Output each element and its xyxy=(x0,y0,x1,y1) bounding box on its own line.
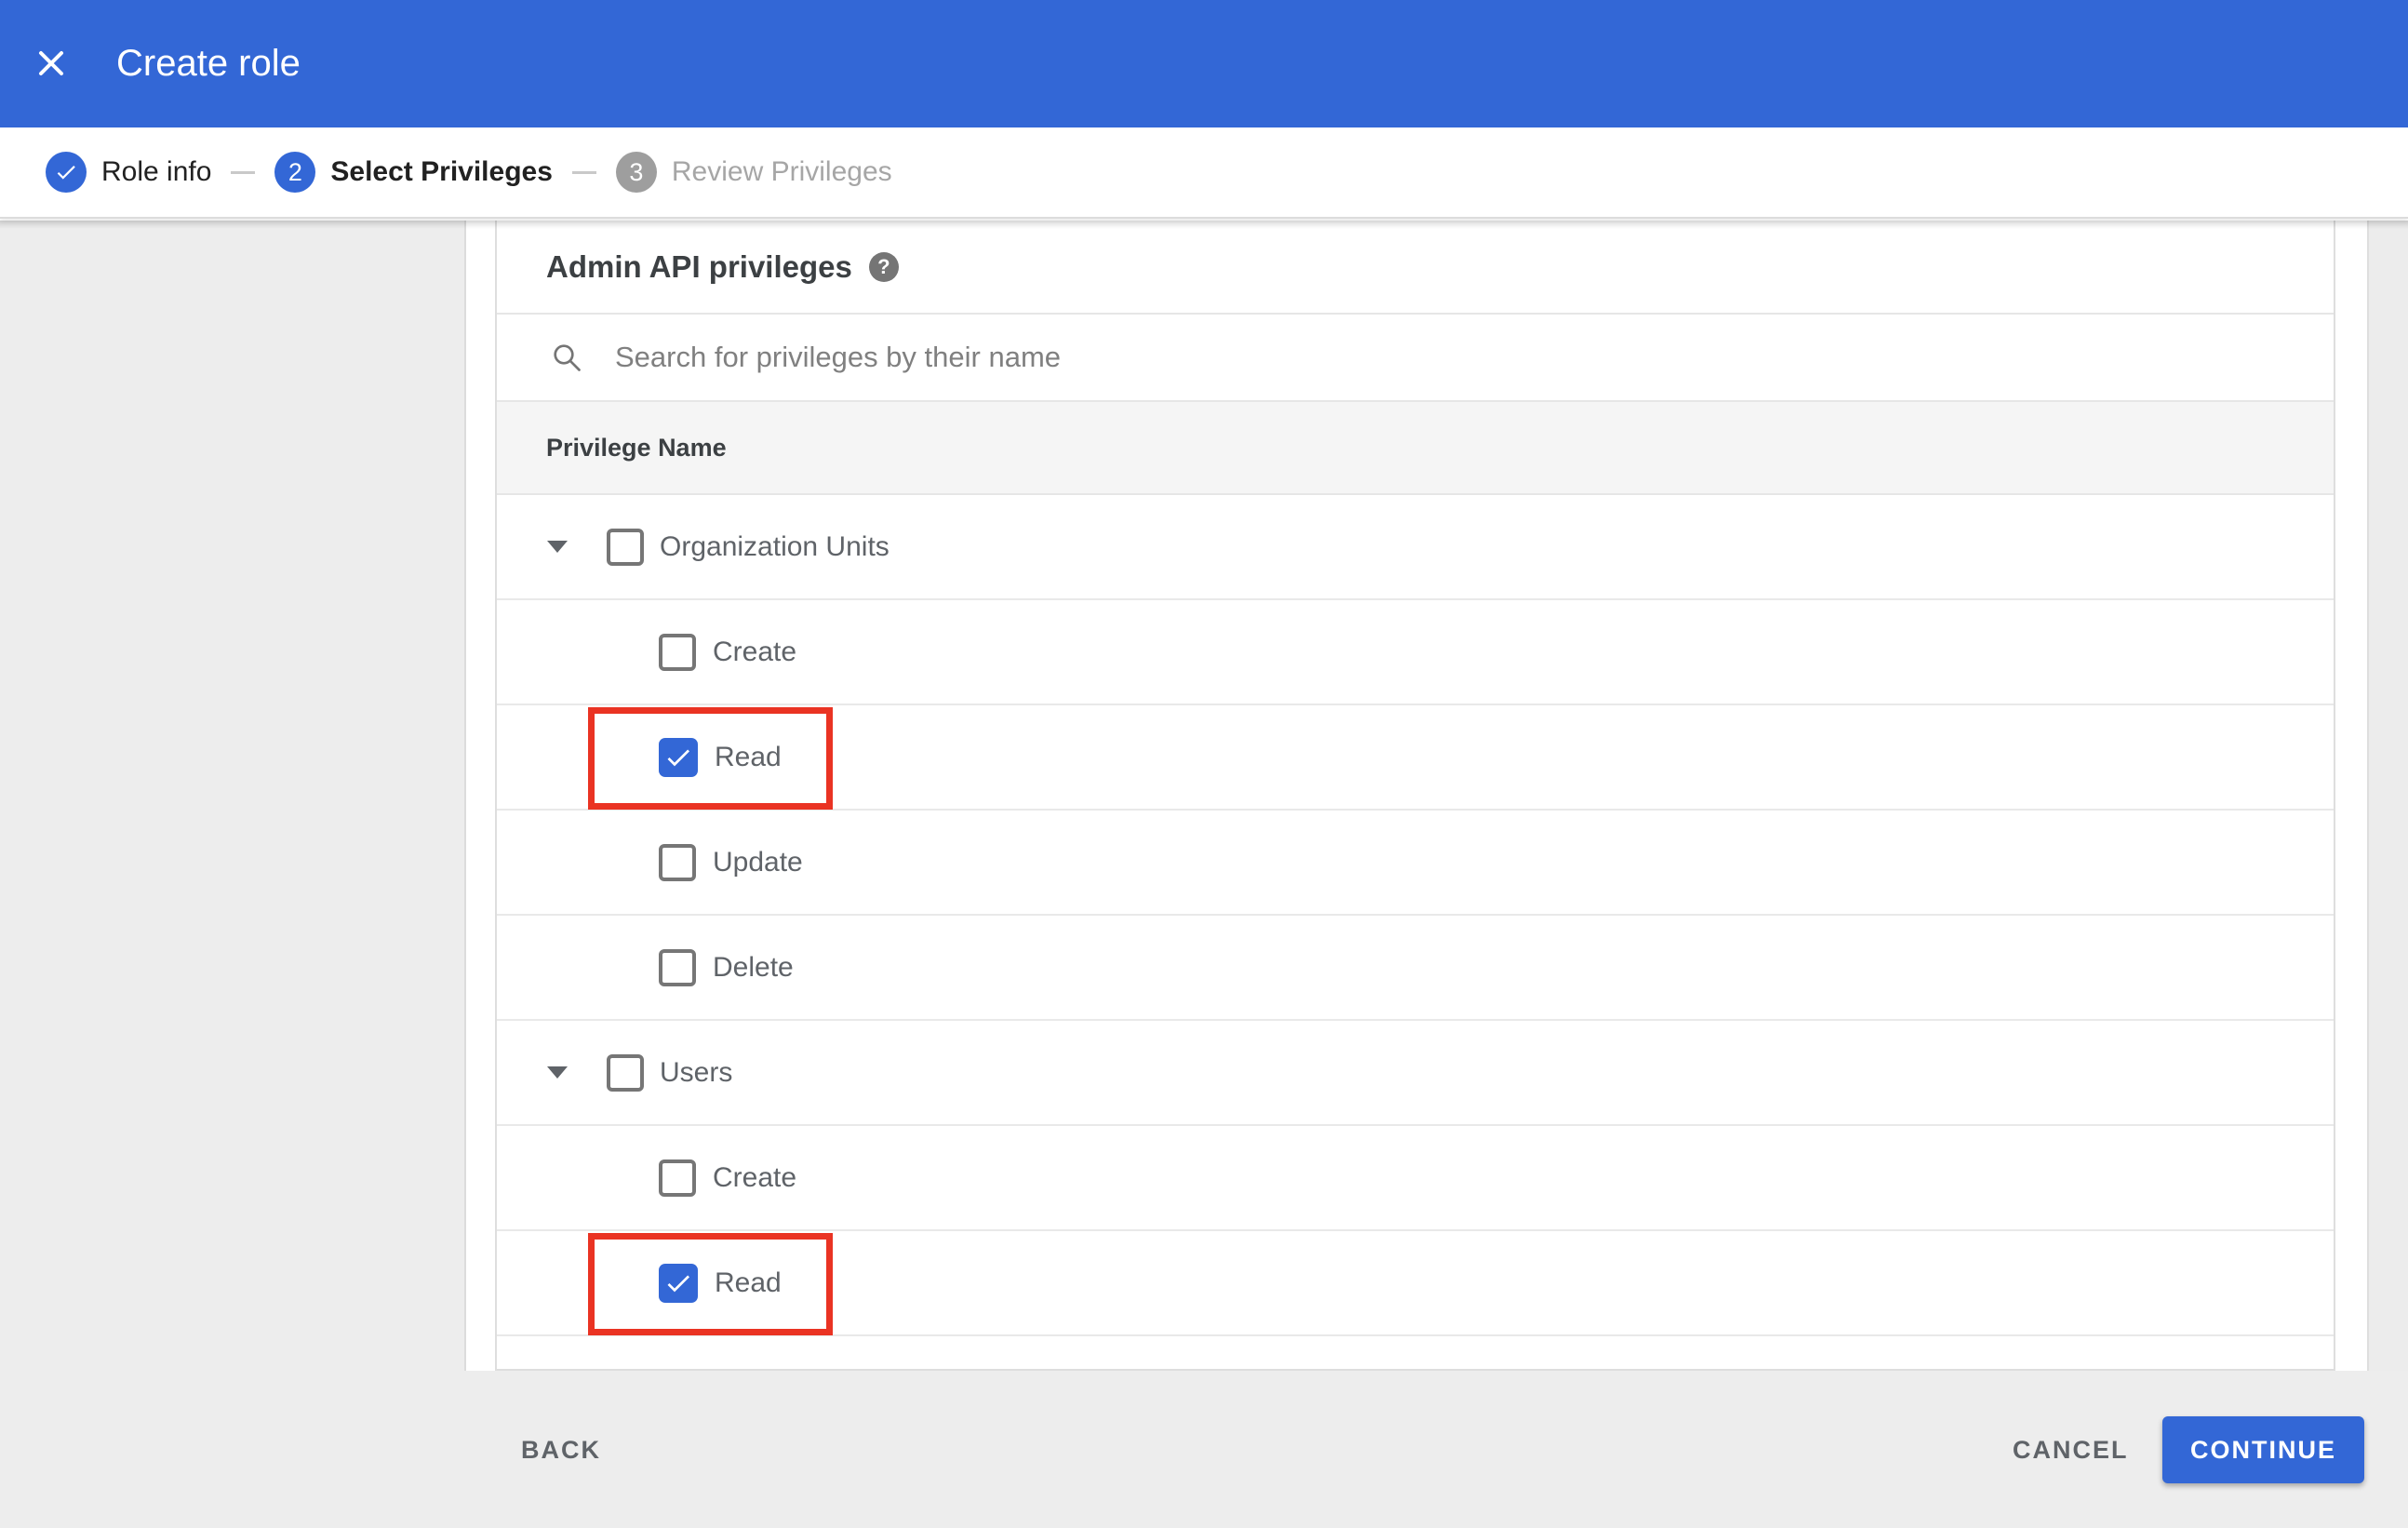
privilege-checkbox[interactable] xyxy=(659,1263,698,1303)
privilege-label: Users xyxy=(660,1056,733,1088)
privilege-label: Delete xyxy=(713,951,794,983)
step-connector xyxy=(571,170,596,174)
privilege-checkbox[interactable] xyxy=(659,633,696,671)
dialog-title: Create role xyxy=(116,43,301,84)
privilege-label: Read xyxy=(715,741,782,772)
privilege-row: Read xyxy=(497,705,2334,811)
step-select-privileges[interactable]: 2 Select Privileges xyxy=(274,152,553,193)
help-icon[interactable]: ? xyxy=(868,251,899,282)
privilege-label: Read xyxy=(715,1267,782,1298)
highlight-box xyxy=(588,707,833,810)
vertical-scrollbar[interactable] xyxy=(2367,221,2408,1371)
privilege-row: Delete xyxy=(497,916,2334,1021)
search-icon xyxy=(554,344,581,371)
privilege-checkbox[interactable] xyxy=(659,948,696,986)
privilege-label: Organization Units xyxy=(660,530,890,562)
privilege-row: Users xyxy=(497,1021,2334,1126)
search-row xyxy=(497,315,2334,402)
step-label: Select Privileges xyxy=(330,156,553,187)
collapse-arrow-icon[interactable] xyxy=(547,541,568,553)
close-button[interactable] xyxy=(37,43,78,84)
step-number-circle: 2 xyxy=(274,152,316,193)
stepper: Role info 2 Select Privileges 3 Review P… xyxy=(0,127,2408,219)
back-button[interactable]: BACK xyxy=(521,1436,601,1465)
highlight-box xyxy=(588,1233,833,1335)
privilege-checkbox[interactable] xyxy=(607,528,644,566)
check-icon xyxy=(667,1274,689,1292)
step-review-privileges[interactable]: 3 Review Privileges xyxy=(615,152,892,193)
continue-button[interactable]: CONTINUE xyxy=(2162,1416,2364,1483)
privilege-row: Create xyxy=(497,1126,2334,1231)
privilege-label: Update xyxy=(713,846,803,878)
privilege-row: Organization Units xyxy=(497,495,2334,600)
main-area: Admin API privileges ? Privilege Name Or… xyxy=(0,221,2408,1528)
table-header-row: Privilege Name xyxy=(497,402,2334,495)
card-title-row: Admin API privileges ? xyxy=(497,221,2334,315)
check-icon xyxy=(667,748,689,766)
privilege-name-column-header: Privilege Name xyxy=(546,433,727,462)
privilege-label: Create xyxy=(713,1161,797,1193)
check-icon xyxy=(57,166,75,180)
privilege-rows: Organization Units Create Read Update De… xyxy=(497,495,2334,1336)
card-title: Admin API privileges xyxy=(546,248,852,284)
step-label: Role info xyxy=(101,156,212,187)
privilege-checkbox[interactable] xyxy=(659,843,696,881)
collapse-arrow-icon[interactable] xyxy=(547,1066,568,1079)
cancel-button[interactable]: CANCEL xyxy=(2013,1436,2129,1465)
step-label: Review Privileges xyxy=(671,156,892,187)
privilege-checkbox[interactable] xyxy=(607,1053,644,1092)
step-connector xyxy=(231,170,256,174)
step-completed-check-circle xyxy=(46,152,87,193)
privilege-checkbox[interactable] xyxy=(659,1159,696,1197)
privilege-label: Create xyxy=(713,636,797,667)
admin-api-privileges-card: Admin API privileges ? Privilege Name Or… xyxy=(495,221,2335,1371)
close-icon xyxy=(39,51,63,75)
privilege-row: Create xyxy=(497,600,2334,705)
privilege-checkbox[interactable] xyxy=(659,737,698,777)
step-number-circle: 3 xyxy=(615,152,657,193)
privilege-row: Update xyxy=(497,811,2334,916)
app-bar: Create role xyxy=(0,0,2408,127)
create-role-dialog: Create role Role info 2 Select Privilege… xyxy=(0,0,2408,1528)
privilege-row: Read xyxy=(497,1231,2334,1336)
search-input[interactable] xyxy=(613,340,2013,375)
step-role-info[interactable]: Role info xyxy=(46,152,211,193)
